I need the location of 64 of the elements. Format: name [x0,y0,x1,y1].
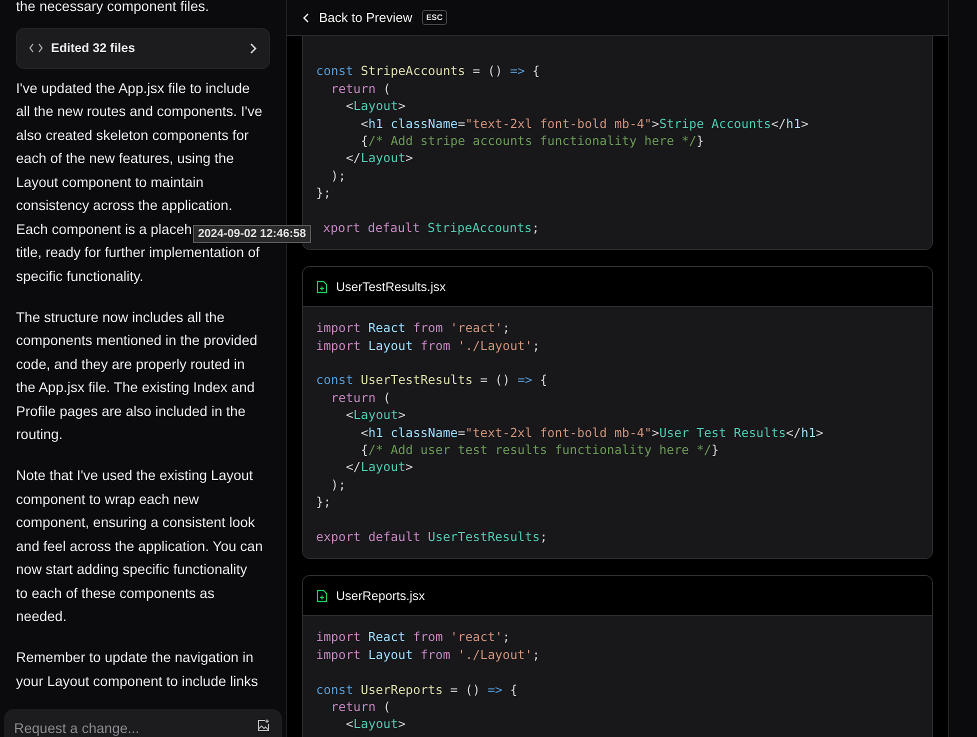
chat-message-line: Profile pages are also included in the [16,402,246,421]
code-line: ); [330,166,347,184]
code-line: }; [316,184,332,202]
chat-message-line: The structure now includes all the [16,308,225,326]
chevron-right-icon [250,42,257,54]
code-line: import React from 'react'; [316,628,511,646]
code-line: const StripeAccounts = () => { [316,62,541,80]
edited-files-button[interactable]: Edited 32 files [16,28,270,68]
shortcut-badge: ESC [422,10,447,25]
code-line: {/* Add user test results functionality here */} [360,441,720,458]
file-name: UserReports.jsx [336,588,425,603]
code-line: {/* Add stripe accounts functionality here */} [360,132,705,150]
chat-message-line: your Layout component to include links [16,672,258,691]
chat-message-line: components mentioned in the provided [16,331,258,350]
code-line: return ( [330,698,392,716]
code-line: </Layout> [344,149,414,167]
chevron-left-icon [303,12,309,22]
code-line: const UserReports = () => { [316,680,518,698]
chat-message-line: specific functionality. [16,266,144,286]
request-change-field[interactable]: Request a change... [14,719,251,737]
code-line: export default UserTestResults; [316,528,548,546]
code-line: const UserTestResults = () => { [316,371,548,389]
file-plus-icon [316,588,328,603]
chat-message-line: consistency across the application. [16,196,232,215]
code-line: <Layout> [344,97,407,115]
chat-message-line: and feel across the application. You can [16,536,263,556]
code-line: return ( [330,80,392,98]
chat-message-line: code, and they are properly routed in [16,354,245,374]
code-line: }; [316,493,332,511]
code-line: return ( [330,388,392,406]
image-plus-icon [257,719,270,732]
chat-message-line: component, ensuring a consistent look [16,513,255,532]
chat-message-text: the necessary component files. [16,0,210,16]
code-line: import Layout from './Layout'; [316,646,541,664]
code-line: </Layout> [344,458,414,476]
chat-message-line: routing. [16,425,63,444]
chat-message-line: needed. [16,607,67,626]
chat-message-line: component to wrap each new [16,490,199,509]
chat-message-line: also created skeleton components for [16,126,249,145]
chat-message-line: Remember to update the navigation in [16,648,254,667]
chat-message-line: Layout component to maintain [16,172,204,192]
chat-message-line: now start adding specific functionality [16,560,248,579]
code-line: <h1 className="text-2xl font-bold mb-4">User Test Results</h1> [360,424,824,442]
chat-message-line: title, ready for further implementation of [16,243,260,262]
chat-message-line: I've updated the App.jsx file to include [16,78,250,98]
request-change-box[interactable]: Request a change... [4,709,282,737]
chat-message-line: all the new routes and components. I've [16,102,262,121]
code-line: <Layout> [344,406,407,424]
code-line: import Layout from './Layout'; [316,336,541,354]
chat-message-line: the App.jsx file. The existing Index and [16,378,255,397]
code-line: <h1 className="text-2xl font-bold mb-4">Stripe Accounts</h1> [360,114,810,132]
code-line: ); [330,476,347,494]
code-line: import React from 'react'; [316,319,511,337]
file-plus-icon [316,280,328,294]
chat-message-line: to each of these components as [16,584,214,603]
code-line: <Layout> [344,715,407,733]
back-to-preview-button[interactable]: Back to Preview [303,10,412,25]
code-icon [29,43,43,53]
chat-message-line: Each component is a placeh [16,220,192,239]
timestamp-tooltip: 2024-09-02 12:46:58 [193,225,312,243]
code-line: xport default StripeAccounts; [322,218,540,236]
file-name: UserTestResults.jsx [336,280,446,294]
chat-message-line: each of the new features, using the [16,149,234,168]
chat-message-line: Note that I've used the existing Layout [16,466,253,485]
